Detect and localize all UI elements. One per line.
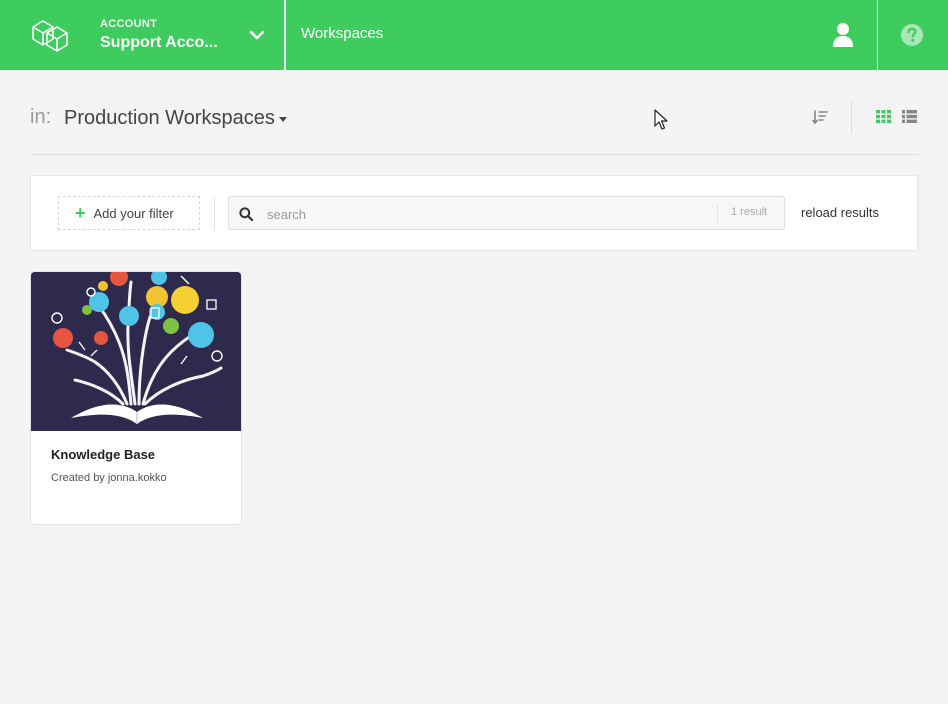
top-bar: ACCOUNT Support Acco... Workspaces	[0, 0, 948, 70]
in-label: in:	[30, 106, 52, 128]
nav-workspaces[interactable]: Workspaces	[301, 25, 383, 42]
add-filter-button[interactable]: + Add your filter	[58, 196, 200, 230]
list-view-icon[interactable]	[902, 110, 917, 123]
add-filter-label: Add your filter	[93, 205, 174, 221]
mouse-cursor-icon	[654, 109, 668, 130]
result-count: 1 result	[731, 206, 768, 218]
caret-down-icon	[278, 117, 287, 122]
workspace-created-by: Created by jonna.kokko	[51, 472, 167, 484]
header-divider	[30, 154, 918, 155]
filter-separator	[214, 196, 215, 230]
account-switcher[interactable]: ACCOUNT Support Acco...	[100, 18, 230, 52]
help-icon[interactable]	[900, 23, 924, 47]
chevron-down-icon[interactable]	[248, 27, 266, 43]
filter-panel: + Add your filter 1 result reload result…	[30, 175, 918, 251]
logo-icon[interactable]	[30, 17, 70, 53]
topbar-divider	[284, 0, 286, 70]
reload-results-link[interactable]: reload results	[801, 205, 879, 220]
folder-name: Production Workspaces	[64, 107, 275, 129]
user-icon[interactable]	[832, 22, 854, 48]
workspace-thumbnail	[31, 272, 241, 431]
search-input[interactable]	[267, 203, 707, 225]
search-icon	[239, 207, 253, 221]
workspace-card[interactable]: Knowledge Base Created by jonna.kokko	[30, 271, 242, 525]
account-name[interactable]: Support Acco...	[100, 34, 230, 52]
grid-view-icon[interactable]	[876, 110, 891, 123]
folder-select[interactable]: Production Workspaces	[64, 107, 287, 130]
search-box: 1 result	[228, 196, 785, 230]
topbar-divider	[877, 0, 878, 70]
account-kicker: ACCOUNT	[100, 18, 158, 30]
workspace-title[interactable]: Knowledge Base	[51, 447, 155, 462]
plus-icon: +	[75, 203, 86, 223]
result-separator	[717, 205, 718, 222]
header-separator	[851, 100, 852, 134]
sort-icon[interactable]	[812, 109, 828, 125]
